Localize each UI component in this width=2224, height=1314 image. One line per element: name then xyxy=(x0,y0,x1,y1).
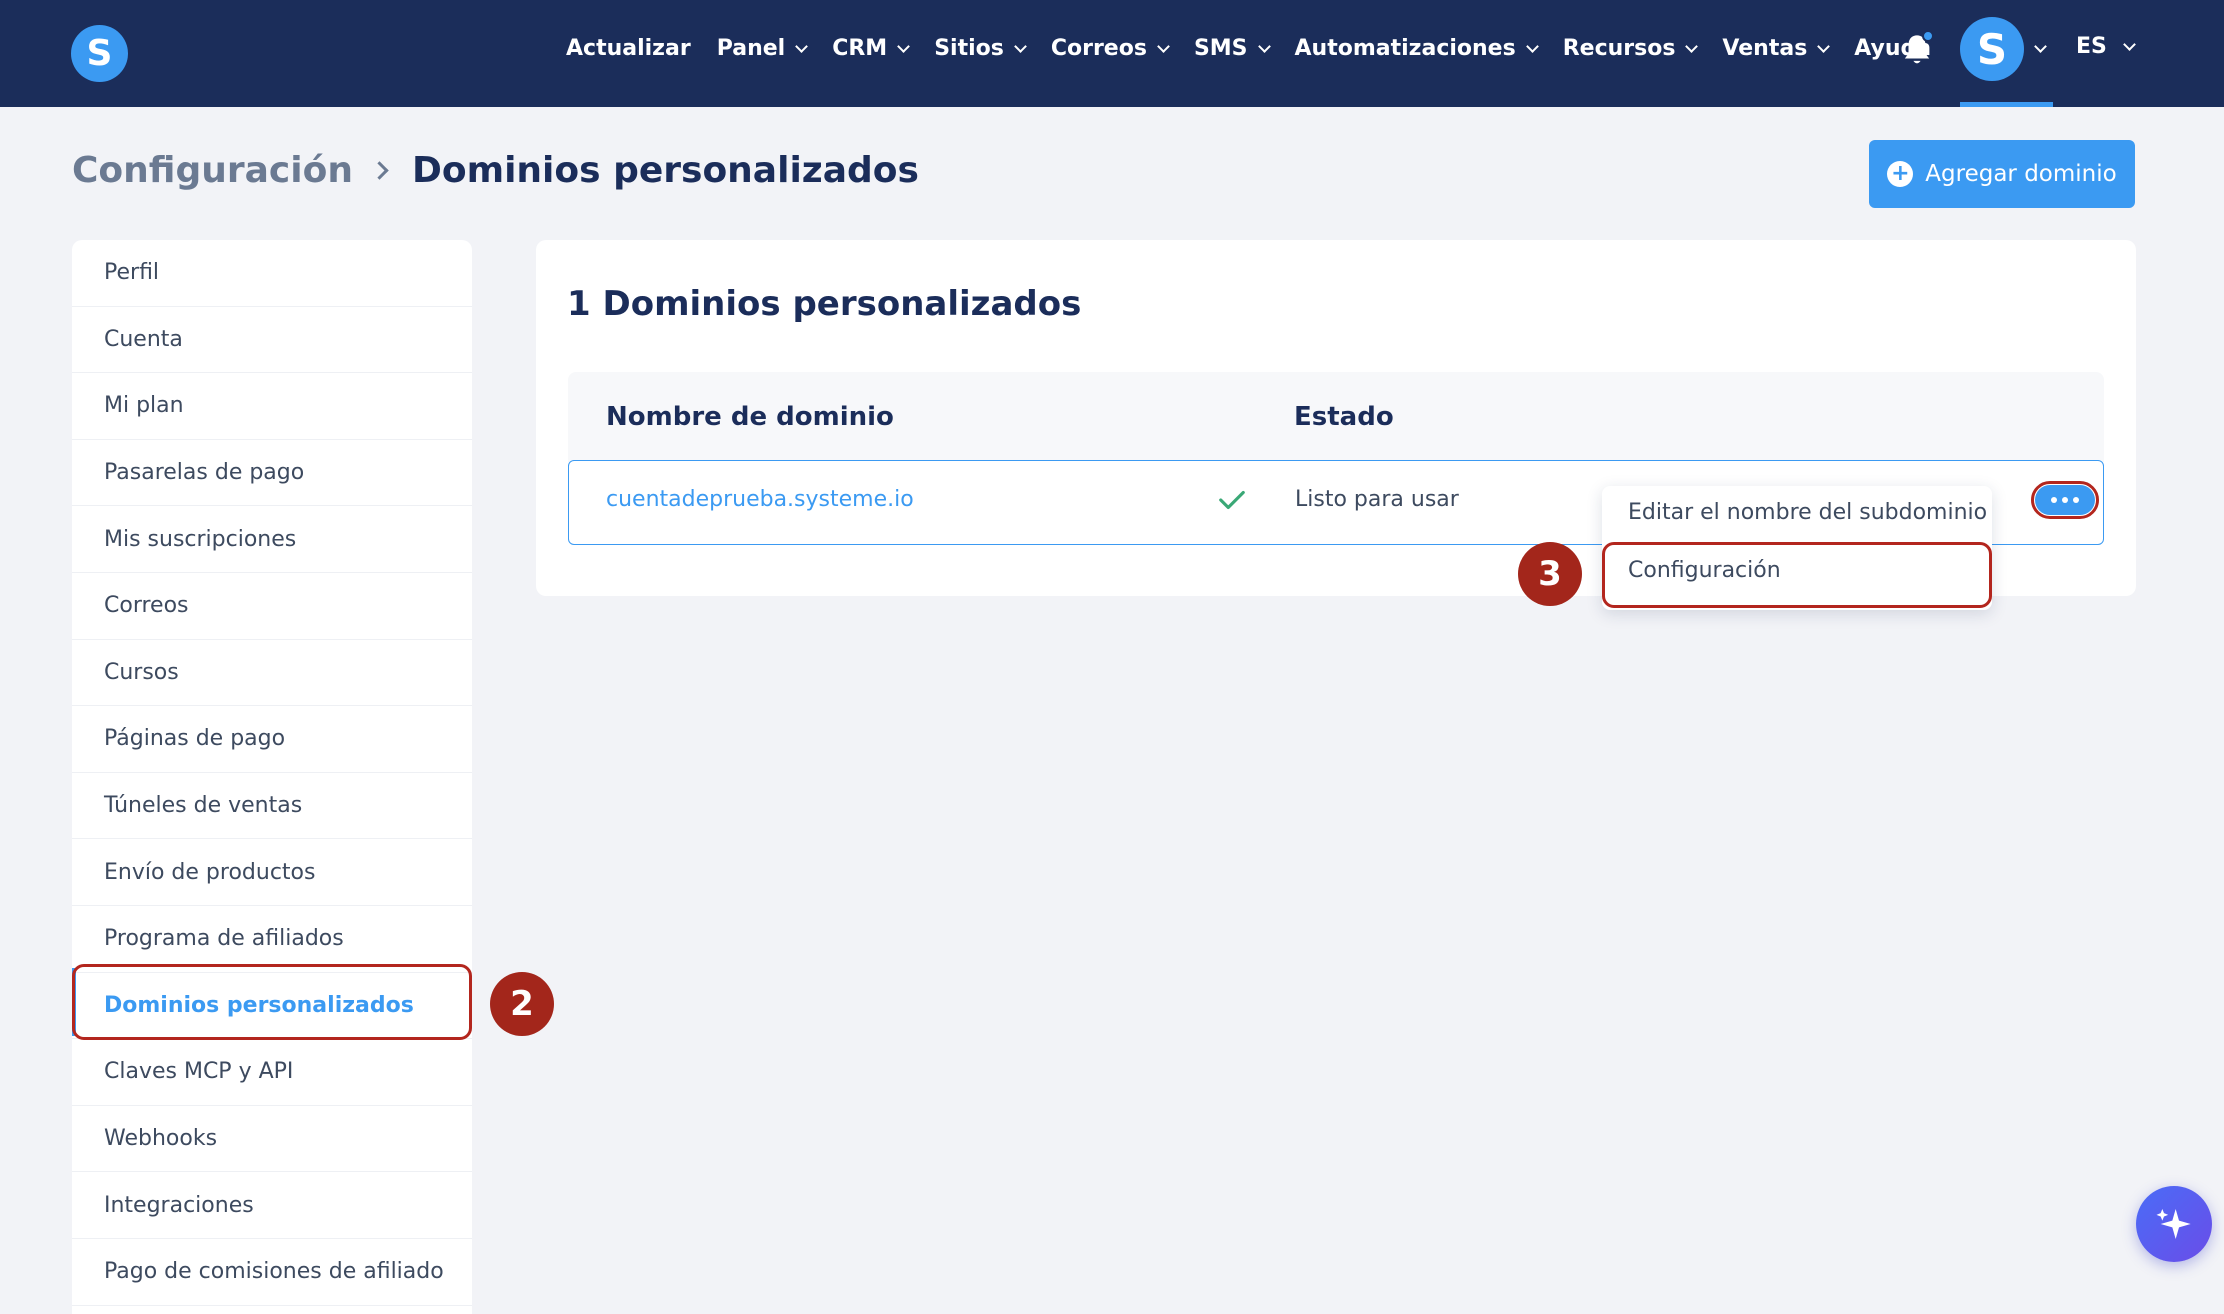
sidebar-item-programa-de-afiliados[interactable]: Programa de afiliados xyxy=(72,906,472,973)
column-header-status: Estado xyxy=(1294,402,1394,432)
settings-sidebar: Perfil Cuenta Mi plan Pasarelas de pago Mis … xyxy=(72,240,472,1314)
chevron-down-icon[interactable] xyxy=(2034,40,2047,53)
chevron-down-icon xyxy=(1013,39,1027,53)
nav-item-correos[interactable]: Correos xyxy=(1050,36,1170,61)
sidebar-item-túneles-de-ventas[interactable]: Túneles de ventas xyxy=(72,773,472,840)
nav-item-sms[interactable]: SMS xyxy=(1193,36,1271,61)
top-navbar: S Actualizar Panel CRM Sitios Correos SMS Auto… xyxy=(0,0,2224,107)
sidebar-item-mis-suscripciones[interactable]: Mis suscripciones xyxy=(72,506,472,573)
status-text: Listo para usar xyxy=(1295,487,1459,512)
user-avatar[interactable]: S xyxy=(1960,17,2024,81)
dot xyxy=(2073,497,2079,503)
sidebar-item-integraciones[interactable]: Integraciones xyxy=(72,1172,472,1239)
chevron-right-icon xyxy=(370,161,389,180)
chevron-down-icon xyxy=(1525,39,1539,53)
chevron-down-icon xyxy=(1685,39,1699,53)
sidebar-item-webhooks[interactable]: Webhooks xyxy=(72,1106,472,1173)
sidebar-item-perfil[interactable]: Perfil xyxy=(72,240,472,307)
nav-item-crm[interactable]: CRM xyxy=(832,36,911,61)
table-header: Nombre de dominio Estado xyxy=(568,372,2104,462)
sidebar-item-mi-plan[interactable]: Mi plan xyxy=(72,373,472,440)
nav-item-label: Sitios xyxy=(934,36,1004,61)
active-item-indicator xyxy=(72,968,76,1036)
chevron-down-icon xyxy=(1817,39,1831,53)
nav-item-automatizaciones[interactable]: Automatizaciones xyxy=(1294,36,1539,61)
avatar-active-indicator xyxy=(1960,102,2053,107)
sidebar-item-pago-de-comisiones-de-afiliado[interactable]: Pago de comisiones de afiliado xyxy=(72,1239,472,1306)
main-menu: Actualizar Panel CRM Sitios Correos SMS Automa… xyxy=(566,0,1957,97)
row-actions-menu: Editar el nombre del subdominio Configur… xyxy=(1602,486,1992,610)
dot xyxy=(2051,497,2057,503)
menu-item-configuration[interactable]: Configuración xyxy=(1628,558,1781,583)
nav-item-label: Ventas xyxy=(1722,36,1808,61)
nav-item-label: Automatizaciones xyxy=(1294,36,1516,61)
page-title: Dominios personalizados xyxy=(411,150,919,191)
ai-assistant-button[interactable] xyxy=(2136,1186,2212,1262)
sidebar-item-cuenta[interactable]: Cuenta xyxy=(72,307,472,374)
step-badge-3: 3 xyxy=(1518,542,1582,606)
chevron-down-icon xyxy=(897,39,911,53)
sidebar-item-claves-mcp-y-api[interactable]: Claves MCP y API xyxy=(72,1039,472,1106)
nav-item-ventas[interactable]: Ventas xyxy=(1722,36,1831,61)
more-actions-button[interactable] xyxy=(2035,485,2095,515)
domain-link[interactable]: cuentadeprueba.systeme.io xyxy=(606,487,914,512)
chevron-down-icon xyxy=(2123,37,2136,51)
step-badge-2: 2 xyxy=(490,972,554,1036)
sidebar-item-envío-de-productos[interactable]: Envío de productos xyxy=(72,839,472,906)
nav-item-label: SMS xyxy=(1193,36,1248,61)
nav-item-label: Recursos xyxy=(1562,36,1676,61)
chevron-down-icon xyxy=(1157,39,1170,53)
systeme-logo[interactable]: S xyxy=(71,25,128,82)
add-domain-label: Agregar dominio xyxy=(1925,161,2117,187)
chevron-down-icon xyxy=(795,39,809,53)
nav-item-sitios[interactable]: Sitios xyxy=(934,36,1027,61)
sparkle-icon xyxy=(2156,1209,2191,1239)
add-domain-button[interactable]: + Agregar dominio xyxy=(1869,140,2135,208)
breadcrumb: Configuración Dominios personalizados xyxy=(72,150,919,191)
language-label: ES xyxy=(2076,34,2107,59)
sidebar-item-pasarelas-de-pago[interactable]: Pasarelas de pago xyxy=(72,440,472,507)
nav-item-label: Panel xyxy=(716,36,786,61)
menu-item-edit-subdomain[interactable]: Editar el nombre del subdominio xyxy=(1628,500,1987,525)
sidebar-item-páginas-de-pago[interactable]: Páginas de pago xyxy=(72,706,472,773)
language-selector[interactable]: ES xyxy=(2076,34,2136,59)
check-icon xyxy=(1219,490,1245,510)
nav-item-panel[interactable]: Panel xyxy=(716,36,809,61)
nav-item-label: CRM xyxy=(832,36,888,61)
notification-dot xyxy=(1922,30,1934,42)
nav-item-label: Correos xyxy=(1050,36,1147,61)
column-header-domain: Nombre de dominio xyxy=(606,402,894,432)
sidebar-item-dominios-personalizados[interactable]: Dominios personalizados xyxy=(72,973,472,1040)
card-title: 1 Dominios personalizados xyxy=(567,284,1082,324)
plus-icon: + xyxy=(1887,161,1914,187)
nav-item-recursos[interactable]: Recursos xyxy=(1562,36,1699,61)
chevron-down-icon xyxy=(1257,39,1271,53)
sidebar-item-cursos[interactable]: Cursos xyxy=(72,640,472,707)
sidebar-item-correos[interactable]: Correos xyxy=(72,573,472,640)
breadcrumb-parent[interactable]: Configuración xyxy=(72,150,353,191)
dot xyxy=(2062,497,2068,503)
nav-item-label: Actualizar xyxy=(566,36,691,61)
nav-item-actualizar[interactable]: Actualizar xyxy=(566,36,691,61)
